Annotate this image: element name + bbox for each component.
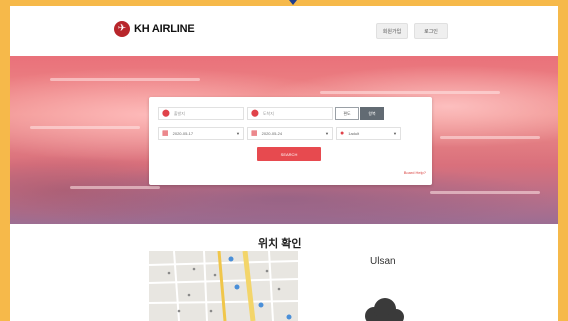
return-date-value: 2020-05-24 <box>261 131 283 136</box>
depart-date-value: 2020-05-17 <box>172 131 194 136</box>
site-header: ✈ KH AIRLINE 회원가입 로그인 <box>10 6 558 56</box>
calendar-dropdown-icon: ▼ <box>325 131 329 136</box>
arrival-input[interactable]: ⬤ 도착지 <box>247 107 333 120</box>
location-pin-icon: ⬤ <box>251 109 259 117</box>
departure-placeholder: 출발지 <box>173 110 185 116</box>
join-button[interactable]: 회원가입 <box>376 23 408 39</box>
search-button[interactable]: SEARCH <box>257 147 321 161</box>
board-help-link[interactable]: Board Help? <box>404 170 426 175</box>
calendar-dropdown-icon: ▼ <box>236 131 240 136</box>
oneway-toggle[interactable]: 편도 <box>335 107 359 120</box>
return-date-input[interactable]: ▦ 2020-05-24 ▼ <box>247 127 333 140</box>
departure-input[interactable]: ⬤ 출발지 <box>158 107 244 120</box>
cloud-icon <box>365 298 404 321</box>
brand-name: KH AIRLINE <box>134 23 195 35</box>
depart-date-input[interactable]: ▦ 2020-05-17 ▼ <box>158 127 244 140</box>
calendar-icon: ▦ <box>162 129 169 137</box>
brand-logo[interactable]: ✈ KH AIRLINE <box>114 21 195 37</box>
location-title: 위치 확인 <box>258 238 302 250</box>
location-pin-icon: ⬤ <box>162 109 170 117</box>
person-icon: ● <box>340 129 345 137</box>
location-map[interactable] <box>149 251 298 321</box>
login-button[interactable]: 로그인 <box>414 23 448 39</box>
flight-search-card: ⬤ 출발지 ⬤ 도착지 편도 왕복 ▦ 2020-05-17 ▼ ▦ 2020-… <box>149 97 432 185</box>
frame-marker <box>289 0 297 5</box>
calendar-icon: ▦ <box>251 129 258 137</box>
weather-city: Ulsan <box>370 256 396 267</box>
passenger-value: 1adult <box>348 131 360 136</box>
roundtrip-toggle[interactable]: 왕복 <box>360 107 384 120</box>
map-graphic <box>149 251 298 321</box>
passenger-select[interactable]: ● 1adult ▼ <box>336 127 401 140</box>
airplane-icon: ✈ <box>114 21 130 37</box>
chevron-down-icon: ▼ <box>393 131 397 136</box>
page: ✈ KH AIRLINE 회원가입 로그인 ⬤ 출발지 ⬤ 도착지 편도 왕복 … <box>10 6 558 321</box>
arrival-placeholder: 도착지 <box>262 110 274 116</box>
